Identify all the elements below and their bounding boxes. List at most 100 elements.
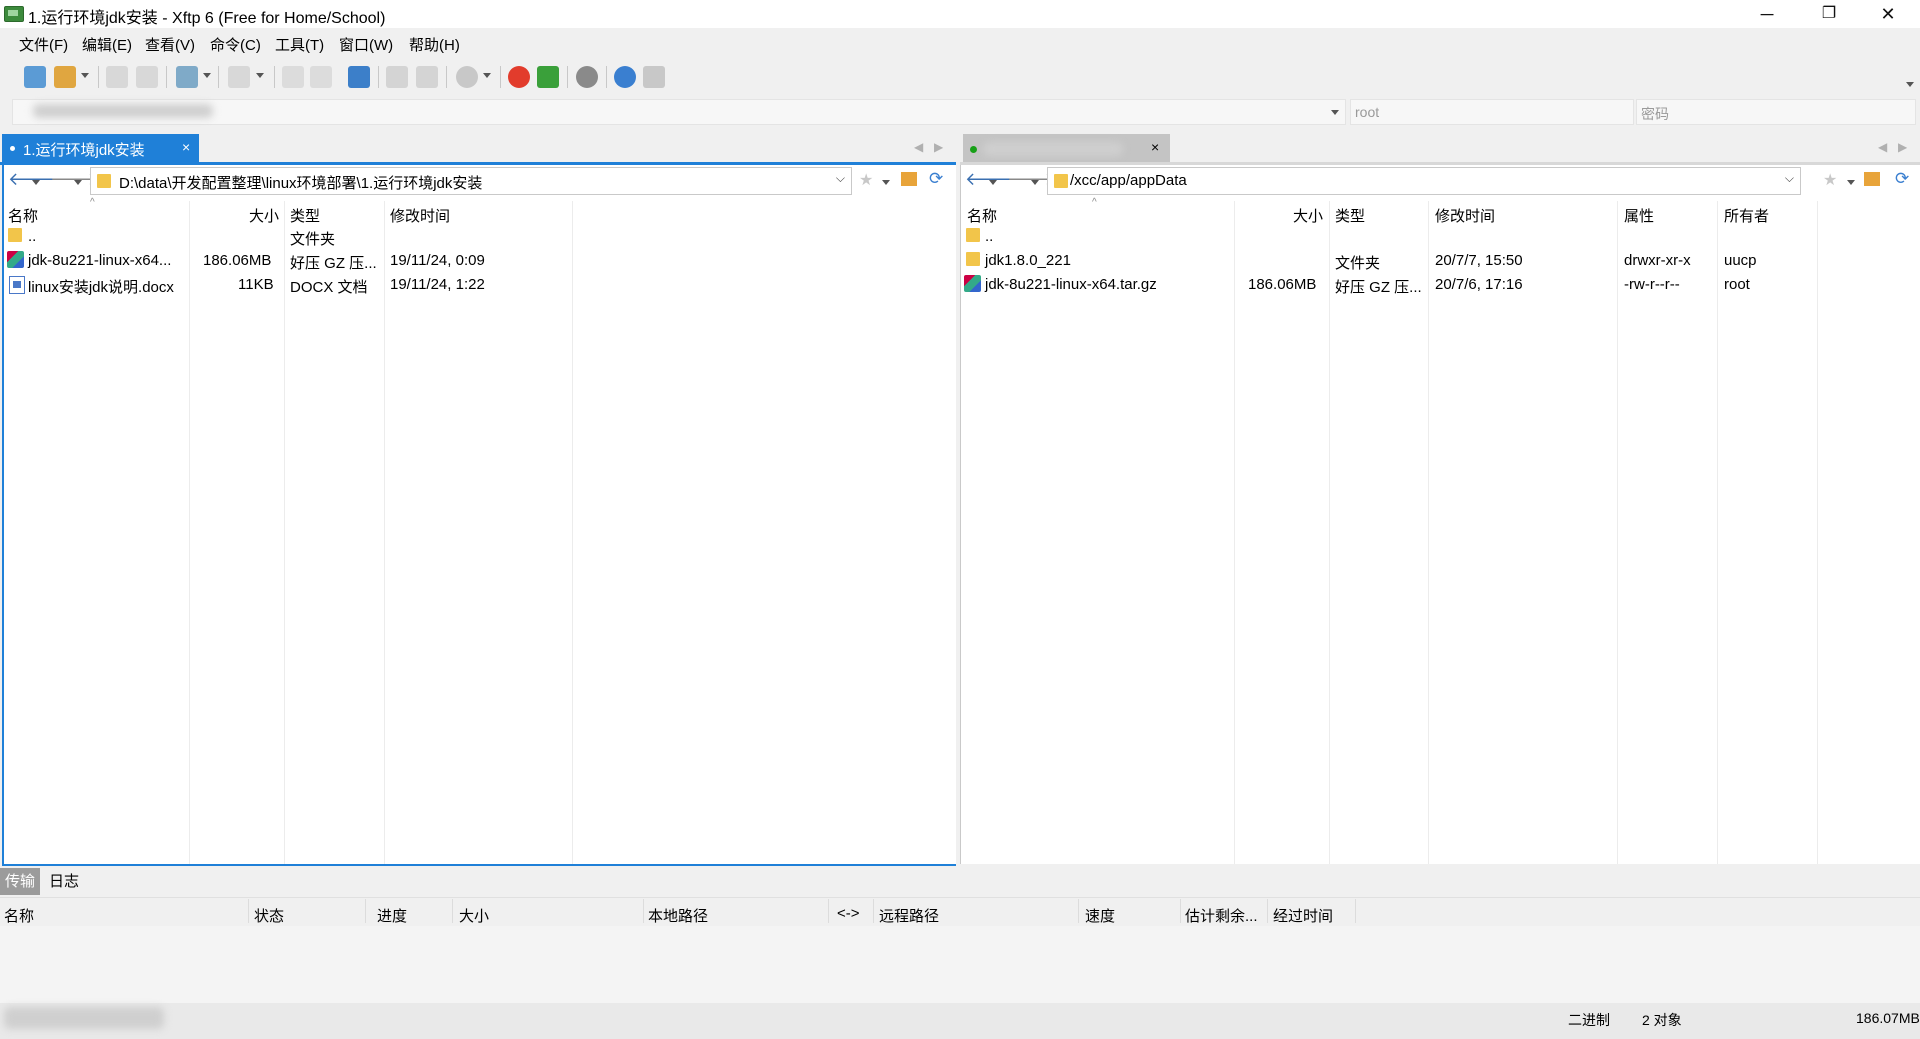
menu-command[interactable]: 命令(C) — [210, 34, 261, 55]
path-dropdown-icon[interactable]: ⌵ — [836, 171, 845, 186]
column-divider[interactable] — [1180, 899, 1181, 923]
column-divider[interactable] — [873, 899, 874, 923]
column-divider[interactable] — [189, 201, 190, 864]
minimize-button[interactable]: ─ — [1744, 0, 1790, 28]
tab-log[interactable]: 日志 — [44, 868, 84, 895]
new-tab-icon[interactable] — [176, 66, 198, 88]
column-divider[interactable] — [1355, 899, 1356, 923]
open-folder-icon[interactable] — [54, 66, 76, 88]
back-dropdown-icon[interactable] — [32, 180, 40, 185]
transfer-list[interactable] — [0, 926, 1920, 1003]
transfer-column-speed[interactable]: 速度 — [1085, 905, 1115, 926]
menu-help[interactable]: 帮助(H) — [409, 34, 460, 55]
toolbar-overflow-icon[interactable] — [1906, 82, 1914, 87]
transfer-column-elapsed[interactable]: 经过时间 — [1273, 905, 1333, 926]
status-icon[interactable] — [456, 66, 478, 88]
table-row[interactable]: jdk-8u221-linux-x64... 186.06MB 好压 GZ 压.… — [4, 249, 956, 272]
copy-icon[interactable] — [386, 66, 408, 88]
column-header-modified[interactable]: 修改时间 — [390, 205, 450, 226]
xftp-icon[interactable] — [537, 66, 559, 88]
refresh-icon[interactable]: ⟳ — [929, 169, 943, 189]
new-tab-dropdown-icon[interactable] — [203, 73, 211, 78]
menu-view[interactable]: 查看(V) — [145, 34, 195, 55]
column-divider[interactable] — [1717, 201, 1718, 864]
bookmark-star-icon[interactable]: ★ — [1823, 170, 1837, 190]
password-input[interactable]: 密码 — [1636, 99, 1916, 125]
column-header-owner[interactable]: 所有者 — [1724, 205, 1769, 226]
status-dropdown-icon[interactable] — [483, 73, 491, 78]
transfer-column-status[interactable]: 状态 — [254, 905, 284, 926]
transfer-column-progress[interactable]: 进度 — [377, 905, 407, 926]
pane-splitter[interactable] — [956, 134, 960, 866]
refresh-icon[interactable]: ⟳ — [1895, 169, 1909, 189]
column-divider[interactable] — [284, 201, 285, 864]
column-divider[interactable] — [1329, 201, 1330, 864]
tab-remote-session[interactable]: × — [963, 134, 1170, 162]
feedback-icon[interactable] — [643, 66, 665, 88]
table-row[interactable]: linux安装jdk说明.docx 11KB DOCX 文档 19/11/24,… — [4, 273, 956, 296]
back-dropdown-icon[interactable] — [989, 180, 997, 185]
status-transfer-mode[interactable]: 二进制 — [1568, 1010, 1610, 1030]
menu-file[interactable]: 文件(F) — [19, 34, 68, 55]
column-divider[interactable] — [1428, 201, 1429, 864]
paste-icon[interactable] — [416, 66, 438, 88]
menu-tools[interactable]: 工具(T) — [275, 34, 324, 55]
column-divider[interactable] — [248, 899, 249, 923]
table-row[interactable]: .. 文件夹 — [4, 225, 956, 248]
remote-path-input[interactable]: /xcc/app/appData ⌵ — [1047, 167, 1801, 195]
table-row[interactable]: .. — [961, 225, 1920, 247]
username-input[interactable]: root — [1350, 99, 1634, 125]
disconnect-icon[interactable] — [136, 66, 158, 88]
transfer-mode-dropdown-icon[interactable] — [256, 73, 264, 78]
tab-close-icon[interactable]: × — [1151, 139, 1159, 155]
menu-window[interactable]: 窗口(W) — [339, 34, 393, 55]
transfer-column-direction[interactable]: <-> — [837, 905, 860, 922]
transfer-mode-icon[interactable] — [228, 66, 250, 88]
forward-dropdown-icon[interactable] — [1031, 180, 1039, 185]
transfer-column-name[interactable]: 名称 — [4, 905, 34, 926]
tab-close-icon[interactable]: × — [182, 139, 190, 155]
host-dropdown-icon[interactable] — [1331, 110, 1339, 115]
forward-dropdown-icon[interactable] — [74, 180, 82, 185]
menu-edit[interactable]: 编辑(E) — [82, 34, 132, 55]
tab-scroll-left-icon[interactable]: ◀ — [914, 140, 923, 154]
path-dropdown-icon[interactable]: ⌵ — [1785, 171, 1794, 186]
transfer-column-local-path[interactable]: 本地路径 — [648, 905, 708, 926]
column-header-name[interactable]: 名称 — [8, 205, 38, 226]
close-button[interactable]: ✕ — [1865, 0, 1911, 28]
column-header-type[interactable]: 类型 — [1335, 205, 1365, 226]
help-icon[interactable] — [614, 66, 636, 88]
column-divider[interactable] — [572, 201, 573, 864]
column-divider[interactable] — [1267, 899, 1268, 923]
tab-scroll-right-icon[interactable]: ▶ — [934, 140, 943, 154]
connect-icon[interactable] — [106, 66, 128, 88]
column-header-modified[interactable]: 修改时间 — [1435, 205, 1495, 226]
upload-icon[interactable] — [282, 66, 304, 88]
open-dropdown-icon[interactable] — [81, 73, 89, 78]
column-header-size[interactable]: 大小 — [1293, 205, 1323, 226]
gear-icon[interactable] — [576, 66, 598, 88]
new-session-icon[interactable] — [24, 66, 46, 88]
column-header-type[interactable]: 类型 — [290, 205, 320, 226]
sync-transfer-icon[interactable] — [348, 66, 370, 88]
tab-scroll-left-icon[interactable]: ◀ — [1878, 140, 1887, 154]
column-divider[interactable] — [384, 201, 385, 864]
tab-local-session[interactable]: 1.运行环境jdk安装 × — [2, 134, 199, 162]
tab-scroll-right-icon[interactable]: ▶ — [1898, 140, 1907, 154]
column-divider[interactable] — [1078, 899, 1079, 923]
transfer-column-size[interactable]: 大小 — [459, 905, 489, 926]
tab-transfer[interactable]: 传输 — [0, 868, 41, 895]
column-divider[interactable] — [452, 899, 453, 923]
column-divider[interactable] — [1617, 201, 1618, 864]
column-divider[interactable] — [643, 899, 644, 923]
bookmark-star-icon[interactable]: ★ — [859, 170, 873, 190]
home-folder-icon[interactable] — [1864, 172, 1880, 186]
transfer-column-eta[interactable]: 估计剩余... — [1185, 905, 1258, 926]
column-divider[interactable] — [828, 899, 829, 923]
bookmark-dropdown-icon[interactable] — [882, 180, 890, 185]
column-divider[interactable] — [365, 899, 366, 923]
table-row[interactable]: jdk-8u221-linux-x64.tar.gz 186.06MB 好压 G… — [961, 273, 1920, 296]
bookmark-dropdown-icon[interactable] — [1847, 180, 1855, 185]
column-header-name[interactable]: 名称 — [967, 205, 997, 226]
column-divider[interactable] — [1234, 201, 1235, 864]
